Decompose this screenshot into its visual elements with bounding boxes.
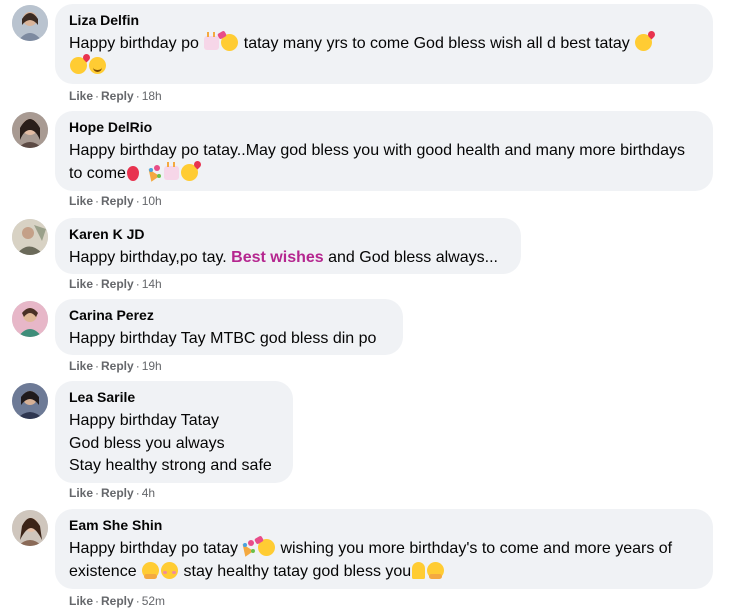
separator: · [135,194,140,208]
comment-actions: Like · Reply · 14h [69,277,162,291]
commenter-name[interactable]: Lea Sarile [69,389,279,406]
reply-button[interactable]: Reply [101,277,134,291]
commenter-name[interactable]: Liza Delfin [69,12,699,29]
comment-text: Happy birthday po tatay many yrs to come… [69,32,699,78]
separator: · [135,89,140,103]
comment-bubble: Karen K JD Happy birthday,po tay. Best w… [55,218,521,274]
comment-timestamp[interactable]: 19h [142,359,162,373]
separator: · [95,359,100,373]
reply-button[interactable]: Reply [101,486,134,500]
commenter-name[interactable]: Karen K JD [69,226,507,243]
comment-text: Happy birthday Tay MTBC god bless din po [69,330,377,347]
avatar[interactable] [12,510,48,546]
avatar[interactable] [12,219,48,255]
comment-text: Happy birthday Tatay God bless you alway… [69,412,272,474]
partying-face-emoji-icon [258,539,275,556]
comment-bubble: Carina Perez Happy birthday Tay MTBC god… [55,299,403,355]
comment-bubble: Eam She Shin Happy birthday po tatay wis… [55,509,713,589]
comment-bubble: Hope DelRio Happy birthday po tatay..May… [55,111,713,191]
reply-button[interactable]: Reply [101,194,134,208]
separator: · [95,194,100,208]
birthday-cake-emoji-icon [204,32,220,50]
comment-actions: Like · Reply · 52m [69,594,165,608]
like-button[interactable]: Like [69,594,93,608]
commenter-name[interactable]: Carina Perez [69,307,389,324]
reply-button[interactable]: Reply [101,89,134,103]
separator: · [135,277,140,291]
comment-timestamp[interactable]: 10h [142,194,162,208]
comment-bubble: Liza Delfin Happy birthday po tatay many… [55,4,713,84]
avatar[interactable] [12,301,48,337]
smiling-face-with-hearts-emoji-icon [181,163,199,181]
comment-timestamp[interactable]: 52m [142,594,165,608]
avatar[interactable] [12,112,48,148]
comment-timestamp[interactable]: 4h [142,486,155,500]
like-button[interactable]: Like [69,359,93,373]
separator: · [95,277,100,291]
avatar[interactable] [12,383,48,419]
commenter-name[interactable]: Eam She Shin [69,517,699,534]
partying-face-emoji-icon [221,34,239,51]
separator: · [135,486,140,500]
like-button[interactable]: Like [69,89,93,103]
smiling-face-with-smiling-eyes-emoji-icon [161,561,179,579]
commenter-name[interactable]: Hope DelRio [69,119,699,136]
comment-text: Happy birthday,po tay. Best wishes and G… [69,249,498,266]
birthday-cake-emoji-icon [164,161,180,180]
comment-actions: Like · Reply · 18h [69,89,162,103]
comment-text: Happy birthday po tatay wishing you more… [69,539,673,580]
separator: · [95,89,100,103]
smiling-face-emoji-icon [89,56,106,74]
smiling-face-with-hearts-emoji-icon [70,56,87,74]
separator: · [95,594,100,608]
comment-actions: Like · Reply · 10h [69,194,162,208]
avatar[interactable] [12,5,48,41]
hugging-face-emoji-icon [427,561,445,579]
reply-button[interactable]: Reply [101,594,134,608]
balloon-emoji-icon [126,165,139,181]
comment-actions: Like · Reply · 19h [69,359,162,373]
like-button[interactable]: Like [69,194,93,208]
separator: · [135,359,140,373]
folded-hands-emoji-icon [412,561,426,579]
smiling-face-with-hearts-emoji-icon [635,34,653,51]
party-popper-emoji-icon [239,539,256,556]
comment-timestamp[interactable]: 18h [142,89,162,103]
hugging-face-emoji-icon [142,561,160,579]
comment-bubble: Lea Sarile Happy birthday Tatay God bles… [55,381,293,483]
separator: · [95,486,100,500]
like-button[interactable]: Like [69,486,93,500]
comment-actions: Like · Reply · 4h [69,486,155,500]
comment-timestamp[interactable]: 14h [142,277,162,291]
separator: · [135,594,140,608]
comment-text: Happy birthday po tatay..May god bless y… [69,142,686,182]
like-button[interactable]: Like [69,277,93,291]
party-popper-emoji-icon [145,164,162,181]
reply-button[interactable]: Reply [101,359,134,373]
best-wishes-highlight-link[interactable]: Best wishes [231,249,323,266]
